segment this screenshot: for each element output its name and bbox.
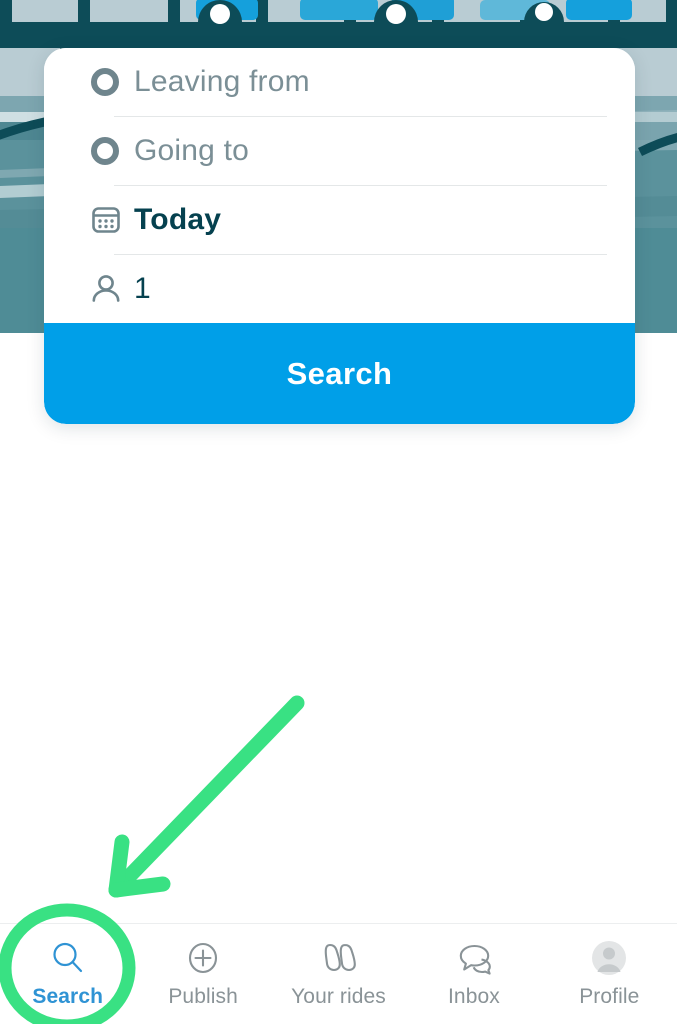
magnifier-icon: [48, 936, 88, 980]
nav-item-profile[interactable]: Profile: [542, 924, 677, 1009]
field-passengers[interactable]: 1: [44, 255, 635, 323]
bottom-navigation-bar: Search Publish Your rides Inbox Profile: [0, 923, 677, 1024]
search-card: Leaving from Going to Today 1 Search: [44, 48, 635, 424]
nav-label-search: Search: [32, 985, 104, 1008]
nav-label-publish: Publish: [168, 985, 238, 1008]
nav-label-your-rides: Your rides: [291, 985, 386, 1008]
search-fields: Leaving from Going to Today 1: [44, 48, 635, 323]
nav-label-inbox: Inbox: [447, 985, 500, 1008]
nav-item-publish[interactable]: Publish: [135, 924, 270, 1009]
field-going-to-label: Going to: [134, 134, 250, 167]
nav-label-profile: Profile: [579, 985, 640, 1008]
avatar-icon: [588, 936, 630, 980]
car-seats-icon: [317, 936, 361, 980]
field-leaving-from[interactable]: Leaving from: [44, 48, 635, 116]
field-date-value: Today: [134, 203, 222, 236]
nav-item-your-rides[interactable]: Your rides: [271, 924, 406, 1009]
circle-outline-icon: [88, 134, 134, 168]
speech-bubbles-icon: [452, 936, 496, 980]
annotation-arrow-barb-left: [108, 834, 130, 898]
plus-circle-icon: [183, 936, 223, 980]
annotation-arrow-barb-right: [108, 876, 171, 898]
field-leaving-from-label: Leaving from: [134, 65, 310, 98]
circle-outline-icon: [88, 65, 134, 99]
field-date[interactable]: Today: [44, 186, 635, 254]
field-passengers-value: 1: [134, 272, 151, 305]
person-icon: [88, 271, 134, 307]
field-going-to[interactable]: Going to: [44, 117, 635, 185]
annotation-arrow-shaft: [108, 695, 305, 898]
app-screen: Leaving from Going to Today 1 Search Sea…: [0, 0, 677, 1024]
search-button[interactable]: Search: [44, 323, 635, 424]
calendar-icon: [88, 202, 134, 238]
nav-item-inbox[interactable]: Inbox: [406, 924, 541, 1009]
nav-item-search[interactable]: Search: [0, 924, 135, 1009]
